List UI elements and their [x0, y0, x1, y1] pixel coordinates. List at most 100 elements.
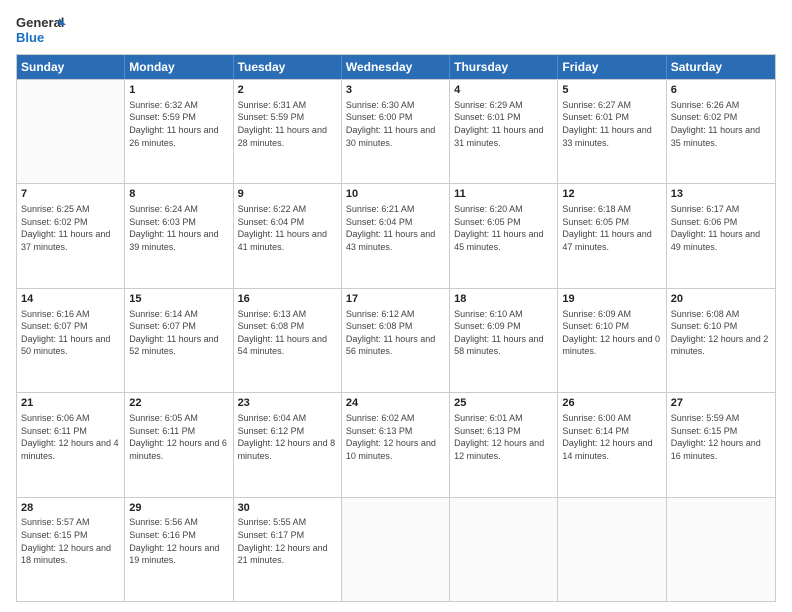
calendar-cell: 3Sunrise: 6:30 AMSunset: 6:00 PMDaylight… — [342, 80, 450, 183]
header-thursday: Thursday — [450, 55, 558, 79]
calendar-cell: 17Sunrise: 6:12 AMSunset: 6:08 PMDayligh… — [342, 289, 450, 392]
cell-info: Sunrise: 6:25 AMSunset: 6:02 PMDaylight:… — [21, 203, 120, 253]
day-number: 16 — [238, 292, 337, 307]
calendar-cell: 28Sunrise: 5:57 AMSunset: 6:15 PMDayligh… — [17, 498, 125, 601]
page-header: GeneralBlue — [16, 12, 776, 48]
header-sunday: Sunday — [17, 55, 125, 79]
day-number: 2 — [238, 83, 337, 98]
calendar-cell: 23Sunrise: 6:04 AMSunset: 6:12 PMDayligh… — [234, 393, 342, 496]
day-number: 5 — [562, 83, 661, 98]
calendar-cell: 2Sunrise: 6:31 AMSunset: 5:59 PMDaylight… — [234, 80, 342, 183]
calendar-cell: 14Sunrise: 6:16 AMSunset: 6:07 PMDayligh… — [17, 289, 125, 392]
day-number: 26 — [562, 396, 661, 411]
cell-info: Sunrise: 6:17 AMSunset: 6:06 PMDaylight:… — [671, 203, 771, 253]
cell-info: Sunrise: 6:09 AMSunset: 6:10 PMDaylight:… — [562, 308, 661, 358]
calendar-cell: 15Sunrise: 6:14 AMSunset: 6:07 PMDayligh… — [125, 289, 233, 392]
header-wednesday: Wednesday — [342, 55, 450, 79]
day-number: 24 — [346, 396, 445, 411]
day-number: 14 — [21, 292, 120, 307]
cell-info: Sunrise: 6:13 AMSunset: 6:08 PMDaylight:… — [238, 308, 337, 358]
week-row-3: 21Sunrise: 6:06 AMSunset: 6:11 PMDayligh… — [17, 392, 775, 496]
cell-info: Sunrise: 5:57 AMSunset: 6:15 PMDaylight:… — [21, 516, 120, 566]
header-friday: Friday — [558, 55, 666, 79]
day-number: 12 — [562, 187, 661, 202]
calendar-cell: 7Sunrise: 6:25 AMSunset: 6:02 PMDaylight… — [17, 184, 125, 287]
svg-text:Blue: Blue — [16, 30, 44, 45]
day-number: 7 — [21, 187, 120, 202]
day-number: 21 — [21, 396, 120, 411]
calendar-cell: 5Sunrise: 6:27 AMSunset: 6:01 PMDaylight… — [558, 80, 666, 183]
day-number: 11 — [454, 187, 553, 202]
calendar: SundayMondayTuesdayWednesdayThursdayFrid… — [16, 54, 776, 602]
calendar-cell: 9Sunrise: 6:22 AMSunset: 6:04 PMDaylight… — [234, 184, 342, 287]
calendar-cell — [667, 498, 775, 601]
day-number: 29 — [129, 501, 228, 516]
day-number: 3 — [346, 83, 445, 98]
week-row-1: 7Sunrise: 6:25 AMSunset: 6:02 PMDaylight… — [17, 183, 775, 287]
cell-info: Sunrise: 6:24 AMSunset: 6:03 PMDaylight:… — [129, 203, 228, 253]
calendar-cell: 6Sunrise: 6:26 AMSunset: 6:02 PMDaylight… — [667, 80, 775, 183]
day-number: 20 — [671, 292, 771, 307]
calendar-cell: 20Sunrise: 6:08 AMSunset: 6:10 PMDayligh… — [667, 289, 775, 392]
calendar-cell: 13Sunrise: 6:17 AMSunset: 6:06 PMDayligh… — [667, 184, 775, 287]
calendar-cell — [450, 498, 558, 601]
calendar-cell: 18Sunrise: 6:10 AMSunset: 6:09 PMDayligh… — [450, 289, 558, 392]
cell-info: Sunrise: 6:08 AMSunset: 6:10 PMDaylight:… — [671, 308, 771, 358]
cell-info: Sunrise: 6:18 AMSunset: 6:05 PMDaylight:… — [562, 203, 661, 253]
day-number: 9 — [238, 187, 337, 202]
cell-info: Sunrise: 6:27 AMSunset: 6:01 PMDaylight:… — [562, 99, 661, 149]
calendar-cell: 29Sunrise: 5:56 AMSunset: 6:16 PMDayligh… — [125, 498, 233, 601]
day-number: 6 — [671, 83, 771, 98]
day-number: 15 — [129, 292, 228, 307]
calendar-cell: 22Sunrise: 6:05 AMSunset: 6:11 PMDayligh… — [125, 393, 233, 496]
calendar-header: SundayMondayTuesdayWednesdayThursdayFrid… — [17, 55, 775, 79]
cell-info: Sunrise: 6:00 AMSunset: 6:14 PMDaylight:… — [562, 412, 661, 462]
day-number: 25 — [454, 396, 553, 411]
cell-info: Sunrise: 6:30 AMSunset: 6:00 PMDaylight:… — [346, 99, 445, 149]
header-monday: Monday — [125, 55, 233, 79]
week-row-0: 1Sunrise: 6:32 AMSunset: 5:59 PMDaylight… — [17, 79, 775, 183]
day-number: 17 — [346, 292, 445, 307]
day-number: 8 — [129, 187, 228, 202]
week-row-2: 14Sunrise: 6:16 AMSunset: 6:07 PMDayligh… — [17, 288, 775, 392]
cell-info: Sunrise: 6:20 AMSunset: 6:05 PMDaylight:… — [454, 203, 553, 253]
cell-info: Sunrise: 6:12 AMSunset: 6:08 PMDaylight:… — [346, 308, 445, 358]
day-number: 22 — [129, 396, 228, 411]
calendar-cell: 11Sunrise: 6:20 AMSunset: 6:05 PMDayligh… — [450, 184, 558, 287]
calendar-cell: 26Sunrise: 6:00 AMSunset: 6:14 PMDayligh… — [558, 393, 666, 496]
calendar-cell: 25Sunrise: 6:01 AMSunset: 6:13 PMDayligh… — [450, 393, 558, 496]
calendar-body: 1Sunrise: 6:32 AMSunset: 5:59 PMDaylight… — [17, 79, 775, 601]
calendar-cell: 19Sunrise: 6:09 AMSunset: 6:10 PMDayligh… — [558, 289, 666, 392]
calendar-cell: 30Sunrise: 5:55 AMSunset: 6:17 PMDayligh… — [234, 498, 342, 601]
day-number: 1 — [129, 83, 228, 98]
cell-info: Sunrise: 6:21 AMSunset: 6:04 PMDaylight:… — [346, 203, 445, 253]
day-number: 30 — [238, 501, 337, 516]
day-number: 27 — [671, 396, 771, 411]
svg-text:General: General — [16, 15, 64, 30]
cell-info: Sunrise: 6:22 AMSunset: 6:04 PMDaylight:… — [238, 203, 337, 253]
cell-info: Sunrise: 6:26 AMSunset: 6:02 PMDaylight:… — [671, 99, 771, 149]
cell-info: Sunrise: 6:02 AMSunset: 6:13 PMDaylight:… — [346, 412, 445, 462]
calendar-cell: 21Sunrise: 6:06 AMSunset: 6:11 PMDayligh… — [17, 393, 125, 496]
day-number: 4 — [454, 83, 553, 98]
logo-svg: GeneralBlue — [16, 12, 68, 48]
week-row-4: 28Sunrise: 5:57 AMSunset: 6:15 PMDayligh… — [17, 497, 775, 601]
cell-info: Sunrise: 5:59 AMSunset: 6:15 PMDaylight:… — [671, 412, 771, 462]
cell-info: Sunrise: 6:32 AMSunset: 5:59 PMDaylight:… — [129, 99, 228, 149]
calendar-cell — [558, 498, 666, 601]
calendar-cell: 8Sunrise: 6:24 AMSunset: 6:03 PMDaylight… — [125, 184, 233, 287]
header-saturday: Saturday — [667, 55, 775, 79]
cell-info: Sunrise: 6:10 AMSunset: 6:09 PMDaylight:… — [454, 308, 553, 358]
calendar-cell — [17, 80, 125, 183]
cell-info: Sunrise: 6:01 AMSunset: 6:13 PMDaylight:… — [454, 412, 553, 462]
day-number: 18 — [454, 292, 553, 307]
cell-info: Sunrise: 6:29 AMSunset: 6:01 PMDaylight:… — [454, 99, 553, 149]
logo: GeneralBlue — [16, 12, 68, 48]
day-number: 23 — [238, 396, 337, 411]
header-tuesday: Tuesday — [234, 55, 342, 79]
day-number: 13 — [671, 187, 771, 202]
cell-info: Sunrise: 6:05 AMSunset: 6:11 PMDaylight:… — [129, 412, 228, 462]
cell-info: Sunrise: 6:31 AMSunset: 5:59 PMDaylight:… — [238, 99, 337, 149]
cell-info: Sunrise: 6:16 AMSunset: 6:07 PMDaylight:… — [21, 308, 120, 358]
cell-info: Sunrise: 6:06 AMSunset: 6:11 PMDaylight:… — [21, 412, 120, 462]
